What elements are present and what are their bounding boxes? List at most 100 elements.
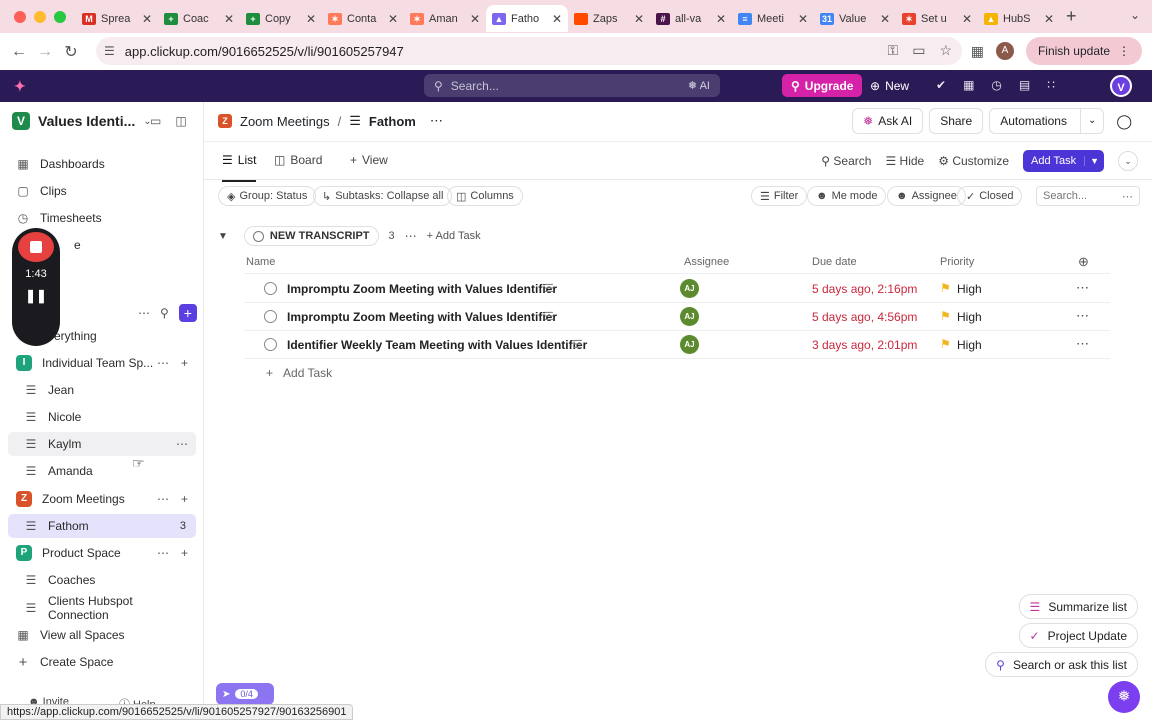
close-tab-icon[interactable]: ✕ [716, 12, 726, 26]
browser-tab[interactable]: # all-va ✕ [650, 5, 732, 32]
global-search-input[interactable]: ⚲ Search... ❅ AI [424, 74, 720, 97]
forward-arrow-icon[interactable]: → [32, 43, 58, 61]
assignee-avatar[interactable]: AJ [680, 307, 699, 326]
due-date[interactable]: 3 days ago, 2:01pm [812, 338, 917, 352]
browser-tab[interactable]: ✶ Aman ✕ [404, 5, 486, 32]
finish-update-button[interactable]: Finish update ⋮ [1025, 37, 1142, 65]
table-row[interactable]: Impromptu Zoom Meeting with Values Ident… [244, 303, 1110, 331]
assignee-avatar[interactable]: AJ [680, 279, 699, 298]
create-space-plus-icon[interactable]: + [178, 304, 197, 322]
assignee-avatar[interactable]: AJ [680, 335, 699, 354]
add-to-space-plus-icon[interactable]: + [181, 356, 188, 370]
browser-tab[interactable]: ✶ Conta ✕ [322, 5, 404, 32]
minimize-window-button[interactable] [34, 10, 46, 23]
browser-tab[interactable]: ✶ Set u ✕ [896, 5, 978, 32]
docs-icon[interactable]: ▤ [1019, 78, 1030, 92]
inline-add-task-button[interactable]: + Add Task [266, 366, 332, 380]
notepad-icon[interactable]: ▦ [963, 78, 974, 92]
task-name[interactable]: Impromptu Zoom Meeting with Values Ident… [287, 282, 557, 296]
space-more-icon[interactable]: ⋯ [157, 492, 169, 506]
workspace-switcher[interactable]: V Values Identi... ⌄ [12, 112, 152, 130]
sidebar-item-dashboards[interactable]: ▦ Dashboards [8, 152, 196, 176]
browser-tab[interactable]: ▲ Fatho ✕ [486, 5, 568, 32]
sidebar-item-clips[interactable]: ▢ Clips [8, 179, 196, 203]
collapse-header-icon[interactable]: ⌄ [1118, 151, 1138, 171]
close-tab-icon[interactable]: ✕ [798, 12, 808, 26]
alarm-clock-icon[interactable]: ◷ [991, 78, 1001, 92]
customize-button[interactable]: ⚙ Customize [938, 154, 1009, 168]
priority-label[interactable]: High [957, 310, 982, 324]
table-row[interactable]: Impromptu Zoom Meeting with Values Ident… [244, 275, 1110, 303]
install-app-icon[interactable]: ▭ [912, 42, 925, 59]
close-tab-icon[interactable]: ✕ [552, 12, 562, 26]
sidebar-space-individual[interactable]: I Individual Team Sp... ⋯ + [8, 351, 196, 375]
more-icon[interactable]: ⋯ [1122, 190, 1133, 203]
user-avatar[interactable]: V [1110, 75, 1132, 97]
column-header-name[interactable]: Name [246, 256, 275, 268]
tab-list[interactable]: ☰ List [222, 153, 257, 182]
group-add-task-button[interactable]: + Add Task [427, 230, 481, 242]
back-arrow-icon[interactable]: ← [6, 43, 32, 61]
breadcrumb-space[interactable]: Zoom Meetings [240, 114, 330, 129]
ai-brain-fab[interactable]: ❅ [1108, 681, 1140, 713]
close-tab-icon[interactable]: ✕ [224, 12, 234, 26]
new-tab-button[interactable]: + [1066, 6, 1077, 27]
row-more-icon[interactable]: ⋯ [1076, 308, 1089, 324]
bookmark-star-icon[interactable]: ☆ [939, 42, 952, 59]
me-mode-chip[interactable]: ☻ Me mode [807, 186, 887, 206]
close-tab-icon[interactable]: ✕ [388, 12, 398, 26]
sidebar-list-coaches[interactable]: ☰ Coaches [8, 568, 196, 592]
due-date[interactable]: 5 days ago, 2:16pm [812, 282, 917, 296]
browser-tab[interactable]: 31 Value ✕ [814, 5, 896, 32]
close-tab-icon[interactable]: ✕ [880, 12, 890, 26]
address-bar[interactable]: ☰ app.clickup.com/9016652525/v/li/901605… [96, 37, 962, 65]
collapse-group-caret-icon[interactable]: ▼ [218, 231, 228, 242]
sidebar-list-fathom[interactable]: ☰ Fathom 3 [8, 514, 196, 538]
close-tab-icon[interactable]: ✕ [634, 12, 644, 26]
column-header-priority[interactable]: Priority [940, 256, 974, 268]
list-search-input[interactable]: Search... ⋯ [1036, 186, 1140, 206]
chevron-down-icon[interactable]: ▼ [1084, 156, 1104, 166]
hide-button[interactable]: ☰ Hide [885, 154, 924, 168]
spaces-more-icon[interactable]: ⋯ [138, 306, 150, 320]
sidebar-list-jean[interactable]: ☰ Jean [8, 378, 196, 402]
sidebar-view-all-spaces[interactable]: ▦ View all Spaces [8, 623, 196, 647]
task-status-checkbox[interactable] [264, 282, 277, 295]
browser-tab[interactable]: ≡ Meeti ✕ [732, 5, 814, 32]
close-tab-icon[interactable]: ✕ [962, 12, 972, 26]
upgrade-button[interactable]: ⚲ Upgrade [782, 74, 863, 97]
sidebar-item-timesheets[interactable]: ◷ Timesheets [8, 206, 196, 230]
table-row[interactable]: Identifier Weekly Team Meeting with Valu… [244, 331, 1110, 359]
sidebar-list-clients-hubspot[interactable]: ☰ Clients Hubspot Connection [8, 594, 196, 622]
sidebar-list-kaylm[interactable]: ☰ Kaylm ⋯ [8, 432, 196, 456]
chat-icon[interactable]: ◯ [1110, 108, 1138, 134]
space-more-icon[interactable]: ⋯ [157, 356, 169, 370]
closed-chip[interactable]: ✓ Closed [957, 186, 1023, 206]
summarize-list-button[interactable]: ☰ Summarize list [1018, 594, 1138, 619]
apps-grid-icon[interactable]: ∷ [1047, 78, 1055, 92]
sidebar-list-amanda[interactable]: ☰ Amanda [8, 459, 196, 483]
reload-icon[interactable]: ↻ [58, 42, 84, 62]
task-status-checkbox[interactable] [264, 310, 277, 323]
automations-button[interactable]: Automations ⌄ [989, 108, 1105, 134]
task-name[interactable]: Identifier Weekly Team Meeting with Valu… [287, 338, 587, 352]
site-settings-icon[interactable]: ☰ [104, 44, 115, 58]
group-by-status-chip[interactable]: ◈ Group: Status [218, 186, 317, 206]
sidebar-space-product[interactable]: P Product Space ⋯ + [8, 541, 196, 565]
sidebar-list-nicole[interactable]: ☰ Nicole [8, 405, 196, 429]
close-window-button[interactable] [14, 10, 26, 23]
password-key-icon[interactable]: ⚿ [888, 42, 899, 59]
project-update-button[interactable]: ✓ Project Update [1018, 623, 1138, 648]
column-header-assignee[interactable]: Assignee [684, 256, 729, 268]
breadcrumb-list[interactable]: Fathom [369, 114, 416, 129]
add-column-plus-icon[interactable]: ⊕ [1078, 254, 1089, 270]
maximize-window-button[interactable] [54, 10, 66, 23]
browser-tab[interactable]: + Copy ✕ [240, 5, 322, 32]
check-circle-icon[interactable]: ✔ [936, 78, 946, 92]
assignee-chip[interactable]: ☻ Assignee [887, 186, 966, 206]
priority-label[interactable]: High [957, 282, 982, 296]
browser-tab[interactable]: + Coac ✕ [158, 5, 240, 32]
close-tab-icon[interactable]: ✕ [1044, 12, 1054, 26]
new-button[interactable]: ⊕ New [870, 74, 909, 97]
onboarding-progress-chip[interactable]: ➤ 0/4 [216, 683, 274, 705]
